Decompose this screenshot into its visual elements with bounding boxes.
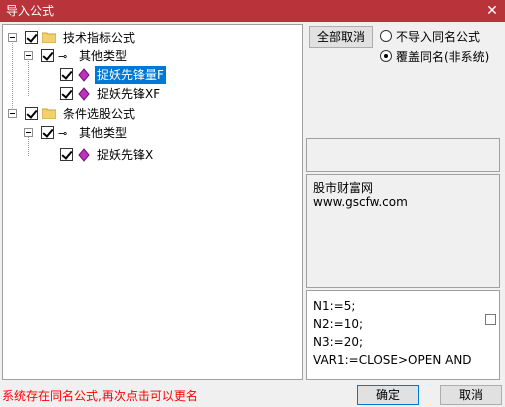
radio-overwrite[interactable] [380, 50, 392, 62]
tree-subgroup-label: 其他类型 [79, 49, 128, 63]
collapse-icon[interactable] [8, 33, 17, 42]
code-line: VAR1:=CLOSE>OPEN AND [313, 353, 472, 367]
key-icon: ⊸ [58, 50, 68, 63]
code-line: N3:=20; [313, 335, 364, 349]
checkbox[interactable] [25, 31, 38, 44]
tree-item[interactable]: 捉妖先锋XF [43, 85, 293, 103]
tree-subgroup[interactable]: ⊸ 其他类型 [23, 47, 293, 65]
code-line: N1:=5; [313, 299, 356, 313]
folder-icon [42, 32, 56, 43]
formula-tree[interactable]: 技术指标公式 ⊸ 其他类型 捉妖先锋量F 捉妖先锋XF 条件选股公式 ⊸ 其他类… [2, 24, 303, 380]
info-panel: 股市财富网 www.gscfw.com [306, 174, 500, 288]
cancel-button[interactable]: 取消 [440, 385, 502, 405]
checkbox[interactable] [60, 68, 73, 81]
collapse-icon[interactable] [24, 51, 33, 60]
empty-panel [306, 138, 500, 172]
radio-no-import[interactable] [380, 30, 392, 42]
tree-item-label: 捉妖先锋X [97, 148, 154, 162]
ok-button[interactable]: 确定 [357, 385, 419, 405]
tree-group-label: 技术指标公式 [63, 31, 136, 45]
tree-item[interactable]: 捉妖先锋量F [43, 66, 293, 84]
checkbox[interactable] [41, 49, 54, 62]
radio-no-import-label[interactable]: 不导入同名公式 [396, 28, 480, 45]
tree-subgroup[interactable]: ⊸ 其他类型 [23, 124, 293, 142]
title-bar: 导入公式 ✕ [0, 0, 505, 22]
code-line: N2:=10; [313, 317, 364, 331]
close-icon[interactable]: ✕ [483, 2, 501, 20]
collapse-icon[interactable] [24, 128, 33, 137]
checkbox[interactable] [60, 87, 73, 100]
formula-icon [78, 148, 90, 162]
folder-icon [42, 108, 56, 119]
tree-item-label: 捉妖先锋量F [95, 66, 166, 84]
checkbox[interactable] [41, 126, 54, 139]
checkbox[interactable] [25, 107, 38, 120]
formula-icon [78, 68, 90, 82]
status-message: 系统存在同名公式,再次点击可以更名 [2, 389, 198, 403]
radio-overwrite-label[interactable]: 覆盖同名(非系统) [396, 48, 489, 65]
tree-group-label: 条件选股公式 [63, 107, 136, 121]
tree-subgroup-label: 其他类型 [79, 126, 128, 140]
tree-group-indicators[interactable]: 技术指标公式 [7, 29, 297, 47]
formula-icon [78, 87, 90, 101]
window-title: 导入公式 [6, 4, 55, 18]
cancel-all-button[interactable]: 全部取消 [309, 26, 373, 48]
tree-group-selection[interactable]: 条件选股公式 [7, 105, 297, 123]
code-preview[interactable]: N1:=5; N2:=10; N3:=20; VAR1:=CLOSE>OPEN … [306, 290, 500, 380]
collapse-icon[interactable] [8, 109, 17, 118]
key-icon: ⊸ [58, 127, 68, 140]
info-site-name: 股市财富网 [313, 181, 374, 195]
tree-item-label: 捉妖先锋XF [97, 87, 161, 101]
tree-item[interactable]: 捉妖先锋X [43, 146, 293, 164]
checkbox[interactable] [60, 148, 73, 161]
wrap-checkbox[interactable] [485, 314, 496, 325]
info-site-url: www.gscfw.com [313, 195, 408, 209]
